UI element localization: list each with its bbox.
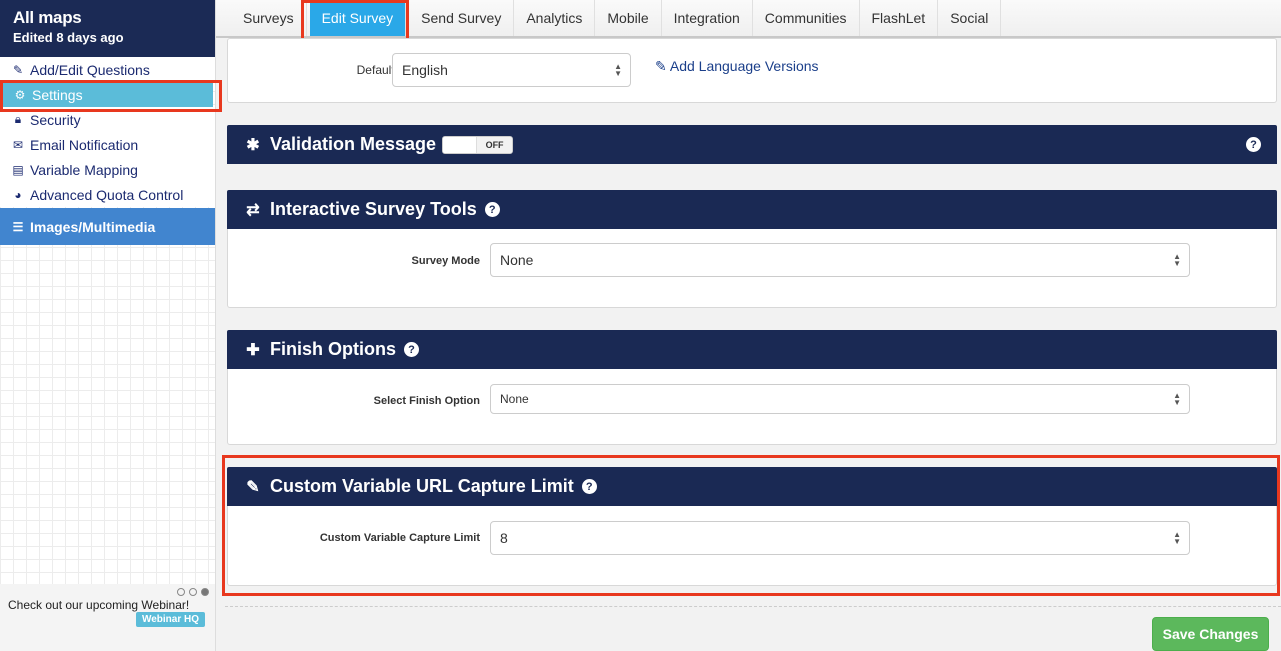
exchange-icon: ⇄ (246, 201, 260, 219)
select-arrows-icon: ▲ ▼ (1173, 252, 1181, 268)
carousel-dot[interactable] (189, 588, 197, 596)
carousel-dots (177, 588, 209, 596)
panel-title: Interactive Survey Tools (270, 199, 477, 219)
interactive-survey-tools-header: ⇄ Interactive Survey Tools ? (227, 190, 1277, 229)
webinar-promo: Check out our upcoming Webinar! Webinar … (0, 584, 215, 651)
webinar-hq-button[interactable]: Webinar HQ (135, 612, 205, 627)
webinar-text: Check out our upcoming Webinar! (8, 598, 190, 612)
sidebar-item-add-edit-questions[interactable]: ✎ Add/Edit Questions (0, 57, 215, 82)
highlight-settings (0, 80, 222, 112)
envelope-icon: ✉ (12, 137, 24, 152)
finish-option-label: Select Finish Option (373, 395, 480, 407)
sidebar-item-label: Advanced Quota Control (30, 186, 184, 203)
highlight-custom-variable (222, 455, 1280, 596)
save-changes-button[interactable]: Save Changes (1152, 617, 1269, 651)
language-card: Default: English ▲ ▼ ✎ Add Language Versi… (227, 38, 1277, 103)
validation-toggle[interactable]: OFF (442, 135, 514, 154)
tab-social[interactable]: Social (938, 0, 1002, 36)
tab-flashlet[interactable]: FlashLet (860, 0, 939, 36)
default-language-value: English (402, 62, 448, 78)
tab-analytics[interactable]: Analytics (514, 0, 596, 36)
sidebar-item-variable-mapping[interactable]: ▤ Variable Mapping (0, 157, 215, 182)
carousel-dot[interactable] (177, 588, 185, 596)
list-alt-icon: ▤ (12, 162, 24, 177)
sidebar-item-label: Email Notification (30, 136, 139, 153)
panel-title: Finish Options (270, 339, 396, 359)
help-icon[interactable]: ? (404, 342, 419, 357)
survey-mode-label: Survey Mode (411, 255, 480, 267)
tab-integration[interactable]: Integration (662, 0, 753, 36)
select-arrows-icon: ▲ ▼ (614, 62, 622, 78)
survey-mode-select[interactable]: None ▲ ▼ (490, 243, 1190, 277)
list-icon: ☰ (12, 219, 24, 234)
tab-communities[interactable]: Communities (753, 0, 860, 36)
highlight-edit-survey (301, 0, 409, 42)
sidebar-section-images-multimedia[interactable]: ☰ Images/Multimedia (0, 208, 215, 245)
carousel-dot-active[interactable] (201, 588, 209, 596)
edit-icon: ✎ (12, 62, 24, 77)
help-icon[interactable]: ? (1246, 137, 1261, 152)
finish-options-header: ✚ Finish Options ? (227, 330, 1277, 369)
divider (225, 606, 1281, 607)
survey-title: All maps (13, 8, 82, 27)
add-language-versions-link[interactable]: ✎ Add Language Versions (655, 58, 819, 75)
edit-icon: ✎ (655, 58, 667, 74)
sidebar-item-label: Add/Edit Questions (30, 61, 150, 78)
sidebar-item-advanced-quota-control[interactable]: ◕ Advanced Quota Control (0, 182, 215, 207)
finish-options-body: Select Finish Option None ▲ ▼ (227, 369, 1277, 445)
sidebar-header: All maps Edited 8 days ago (0, 0, 215, 57)
sidebar-item-email-notification[interactable]: ✉ Email Notification (0, 132, 215, 157)
sidebar-item-label: Security (30, 111, 81, 128)
default-language-select[interactable]: English ▲ ▼ (392, 53, 631, 87)
default-language-label: Default: (356, 63, 398, 77)
edited-time: Edited 8 days ago (13, 30, 124, 45)
sidebar-section-label: Images/Multimedia (30, 218, 156, 235)
tab-surveys[interactable]: Surveys (231, 0, 307, 36)
panel-title: Validation Message (270, 134, 437, 154)
help-icon[interactable]: ? (484, 202, 500, 217)
sidebar-item-label: Variable Mapping (30, 161, 138, 178)
asterisk-icon: ✱ (246, 136, 260, 154)
select-arrows-icon: ▲ ▼ (1173, 391, 1181, 407)
tab-mobile[interactable]: Mobile (595, 0, 662, 36)
interactive-survey-tools-body: Survey Mode None ▲ ▼ (227, 229, 1277, 308)
puzzle-icon: ✚ (246, 341, 260, 359)
lock-icon: 🔒︎ (14, 112, 22, 126)
finish-option-select[interactable]: None ▲ ▼ (490, 384, 1190, 414)
tab-send-survey[interactable]: Send Survey (409, 0, 515, 36)
validation-message-header: ✱ Validation Message OFF ? (227, 125, 1277, 164)
pie-chart-icon: ◕ (14, 187, 22, 202)
